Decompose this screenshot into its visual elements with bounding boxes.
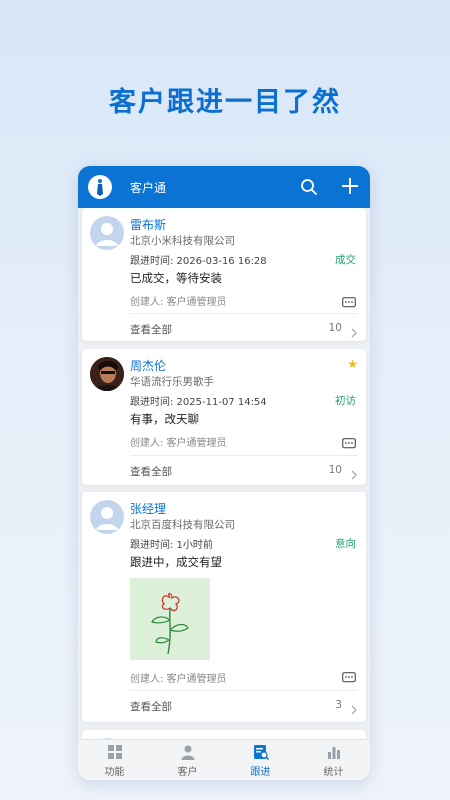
star-icon[interactable]: ★ <box>347 357 358 371</box>
divider <box>130 313 358 314</box>
app-bar: 客户通 <box>78 166 370 208</box>
tab-label: 功能 <box>104 767 125 778</box>
customer-name[interactable]: 周杰伦 <box>130 357 166 374</box>
app-title: 客户通 <box>130 181 167 195</box>
tab-followup[interactable]: 跟进 <box>224 740 297 780</box>
bottom-tab-bar: 功能 客户 跟进 统计 <box>78 739 370 780</box>
comment-icon[interactable] <box>342 294 356 308</box>
person-icon <box>181 745 194 760</box>
divider <box>130 690 358 691</box>
stage-badge: 意向 <box>335 538 356 550</box>
customer-name[interactable]: 雷布斯 <box>130 216 166 233</box>
view-all-link[interactable]: 查看全部 <box>130 322 172 337</box>
avatar <box>90 216 124 250</box>
tab-label: 统计 <box>323 767 344 778</box>
grid-icon <box>107 745 122 759</box>
chevron-right-icon <box>350 323 358 338</box>
tab-label: 跟进 <box>250 767 271 778</box>
company-name: 北京百度科技有限公司 <box>130 519 235 531</box>
followup-icon <box>253 745 269 760</box>
headline: 客户跟进一目了然 <box>109 87 341 118</box>
attached-image[interactable] <box>130 578 210 660</box>
followup-time: 跟进时间: 1小时前 <box>130 540 213 551</box>
avatar <box>90 500 124 534</box>
view-all-link[interactable]: 查看全部 <box>130 464 172 479</box>
comment-icon[interactable] <box>342 435 356 449</box>
followup-card[interactable]: 张经理 北京百度科技有限公司 跟进时间: 1小时前 意向 跟进中，成交有望 创建… <box>82 492 366 722</box>
stage-badge: 初访 <box>335 395 356 407</box>
tab-customers[interactable]: 客户 <box>151 740 224 780</box>
chevron-right-icon <box>350 465 358 480</box>
followup-content: 有事，改天聊 <box>130 412 199 426</box>
creator-label: 创建人: 客户通管理员 <box>130 674 227 685</box>
creator-label: 创建人: 客户通管理员 <box>130 438 227 449</box>
company-name: 北京小米科技有限公司 <box>130 235 235 247</box>
followup-card[interactable]: 雷布斯 北京小米科技有限公司 跟进时间: 2026-03-16 16:28 成交… <box>82 208 366 341</box>
creator-label: 创建人: 客户通管理员 <box>130 297 227 308</box>
followup-content: 跟进中，成交有望 <box>130 555 222 569</box>
stage-badge: 成交 <box>335 254 356 266</box>
divider <box>130 455 358 456</box>
phone-frame: 客户通 雷布斯 北京小米科技有限公司 跟进时间: 2026-03-16 16:2… <box>78 166 370 780</box>
app-logo-icon <box>88 175 112 199</box>
chevron-right-icon <box>350 700 358 715</box>
followup-time: 跟进时间: 2026-03-16 16:28 <box>130 256 267 267</box>
followup-list: 雷布斯 北京小米科技有限公司 跟进时间: 2026-03-16 16:28 成交… <box>78 208 370 780</box>
followup-count: 10 <box>328 322 342 334</box>
bar-chart-icon <box>327 747 340 759</box>
avatar <box>90 357 124 391</box>
tab-functions[interactable]: 功能 <box>78 740 151 780</box>
followup-card[interactable]: 周杰伦 ★ 华语流行乐男歌手 跟进时间: 2025-11-07 14:54 初访… <box>82 349 366 485</box>
followup-content: 已成交，等待安装 <box>130 271 222 285</box>
customer-name[interactable]: 张经理 <box>130 500 166 517</box>
tab-statistics[interactable]: 统计 <box>297 740 370 780</box>
tab-label: 客户 <box>177 767 198 778</box>
followup-time: 跟进时间: 2025-11-07 14:54 <box>130 397 267 408</box>
followup-count: 3 <box>335 699 342 711</box>
search-icon[interactable] <box>300 178 318 196</box>
comment-icon[interactable] <box>342 669 356 683</box>
followup-count: 10 <box>328 464 342 476</box>
company-name: 华语流行乐男歌手 <box>130 376 214 388</box>
add-icon[interactable] <box>340 176 360 196</box>
view-all-link[interactable]: 查看全部 <box>130 699 172 714</box>
